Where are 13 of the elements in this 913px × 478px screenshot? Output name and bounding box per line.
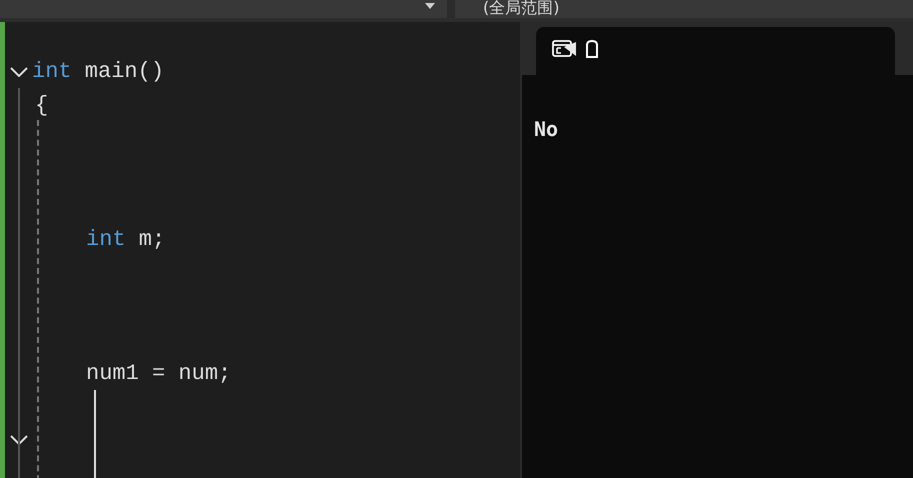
text-cursor-icon	[94, 390, 96, 478]
fold-chevron-icon[interactable]	[10, 435, 28, 446]
console-output: No	[533, 116, 558, 141]
console-tab[interactable]	[536, 27, 895, 75]
code-line: int m;	[85, 226, 166, 252]
fold-chevron-icon[interactable]	[10, 66, 28, 77]
dropdown-arrow-icon	[425, 3, 435, 9]
code-line: int main()	[32, 59, 164, 84]
code-line: {	[34, 92, 48, 118]
scope-combo[interactable]: (全局范围)	[455, 0, 913, 18]
scope-label: (全局范围)	[483, 0, 560, 18]
document-icon	[585, 39, 599, 59]
code-line: num1 = num;	[85, 360, 232, 386]
